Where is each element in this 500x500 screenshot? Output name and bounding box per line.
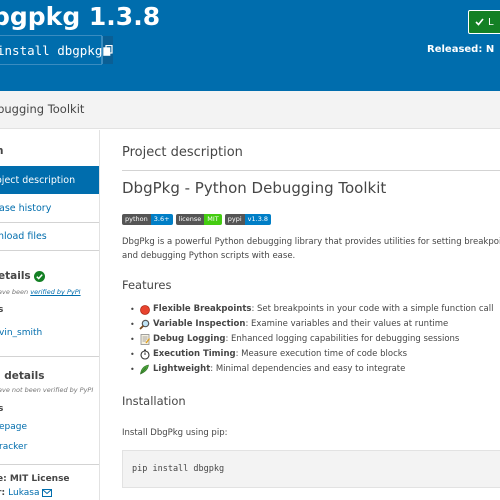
list-item: • Execution Timing: Measure execution ti… <box>130 347 493 362</box>
python-version-badge: python 3.6+ <box>122 214 173 225</box>
description-line: DbgPkg is a powerful Python debugging li… <box>122 237 500 247</box>
divider <box>0 464 99 465</box>
feature-name: Execution Timing <box>153 349 236 359</box>
description-line: and debugging Python scripts with ease. <box>122 251 296 261</box>
project-description-panel: Project description DbgPkg - Python Debu… <box>108 130 500 500</box>
nav-release-history[interactable]: ase history <box>0 194 99 222</box>
installation-heading: Installation <box>122 394 186 408</box>
feature-desc: : Set breakpoints in your code with a si… <box>251 304 494 314</box>
author-link[interactable]: Lukasa <box>8 488 39 498</box>
memo-icon <box>138 334 151 345</box>
feature-desc: : Measure execution time of code blocks <box>235 349 408 359</box>
install-instructions: Install DbgPkg using pip: <box>122 428 228 438</box>
divider <box>122 170 500 171</box>
nav-download-files[interactable]: nload files <box>0 222 99 250</box>
install-code-block: pip install dbgpkg <box>122 450 500 488</box>
verified-by-pypi-link[interactable]: verified by PyPI <box>30 288 80 296</box>
check-icon <box>475 18 484 26</box>
unverified-note: ave not been verified by PyPI <box>0 386 94 394</box>
maintainers-heading: s <box>0 305 4 315</box>
navigation-heading: n <box>0 145 3 157</box>
features-heading: Features <box>122 278 172 292</box>
badge-label: license <box>175 214 205 225</box>
package-summary-bar: ebugging Toolkit <box>0 91 500 129</box>
author-info: r: Lukasa <box>0 488 53 498</box>
badge-label: pypi <box>224 214 245 225</box>
badge-value: v1.3.8 <box>244 214 272 225</box>
magnifier-icon <box>138 319 151 330</box>
copy-icon <box>103 44 113 56</box>
verified-details-title: etails <box>0 270 31 282</box>
badge-value: 3.6+ <box>150 214 173 225</box>
package-header: bgpkg 1.3.8 install dbgpkg L Released: N <box>0 0 500 91</box>
badges-row: python 3.6+ license MIT pypi v1.3.8 <box>122 214 272 225</box>
badge-value: MIT <box>204 214 222 225</box>
feather-icon <box>138 364 151 375</box>
bullet: • <box>130 335 135 344</box>
list-item: • Debug Logging: Enhanced logging capabi… <box>130 332 493 347</box>
project-links-heading: s <box>0 404 4 414</box>
nav-item-label: oject description <box>0 174 76 186</box>
stopwatch-icon <box>138 349 151 360</box>
feature-name: Variable Inspection <box>153 319 246 329</box>
feature-name: Lightweight <box>153 364 211 374</box>
nav-project-description[interactable]: oject description <box>0 166 99 194</box>
package-title: bgpkg 1.3.8 <box>0 2 161 31</box>
list-item: • Flexible Breakpoints: Set breakpoints … <box>130 302 493 317</box>
sidebar: n oject description ase history nload fi… <box>0 130 99 500</box>
pip-command-text: install dbgpkg <box>0 42 103 58</box>
copy-button[interactable] <box>102 36 114 64</box>
section-title: Project description <box>122 145 243 160</box>
package-summary: ebugging Toolkit <box>0 102 85 116</box>
latest-version-label: L <box>488 16 494 28</box>
author-label: r: <box>0 488 6 498</box>
homepage-link[interactable]: epage <box>0 422 27 432</box>
readme-title: DbgPkg - Python Debugging Toolkit <box>122 179 387 197</box>
list-item: • Lightweight: Minimal dependencies and … <box>130 362 493 377</box>
bullet: • <box>130 320 135 329</box>
license-badge: license MIT <box>175 214 222 225</box>
verified-note: ave been verified by PyPI <box>0 288 81 296</box>
feature-desc: : Examine variables and their values at … <box>245 319 449 329</box>
divider <box>0 250 99 251</box>
email-icon <box>42 488 53 497</box>
feature-desc: : Minimal dependencies and easy to integ… <box>210 364 406 374</box>
features-list: • Flexible Breakpoints: Set breakpoints … <box>130 302 493 377</box>
unverified-details-heading: l details <box>0 370 45 382</box>
sidebar-divider <box>99 130 100 500</box>
nav-item-label: ase history <box>0 202 52 214</box>
license-text: e: MIT License <box>0 474 70 484</box>
list-item: • Variable Inspection: Examine variables… <box>130 317 493 332</box>
nav-item-label: nload files <box>0 230 47 242</box>
feature-name: Flexible Breakpoints <box>153 304 252 314</box>
license-info: e: MIT License <box>0 474 70 484</box>
red-circle-icon <box>138 304 151 315</box>
verified-note-prefix: ave been <box>0 288 31 296</box>
feature-desc: : Enhanced logging capabilities for debu… <box>225 334 460 344</box>
bug-tracker-link[interactable]: racker <box>0 442 27 452</box>
verified-check-icon <box>33 270 45 282</box>
badge-label: python <box>122 214 151 225</box>
divider <box>0 356 99 357</box>
maintainer-link[interactable]: vin_smith <box>0 328 42 338</box>
pip-command-box: install dbgpkg <box>0 35 114 65</box>
bullet: • <box>130 350 135 359</box>
readme-description: DbgPkg is a powerful Python debugging li… <box>122 235 500 263</box>
release-date-label: Released: N <box>427 44 495 55</box>
pypi-version-badge: pypi v1.3.8 <box>224 214 272 225</box>
verified-details-heading: etails <box>0 270 45 282</box>
bullet: • <box>130 365 135 374</box>
feature-name: Debug Logging <box>153 334 226 344</box>
bullet: • <box>130 305 135 314</box>
latest-version-button[interactable]: L <box>468 10 500 34</box>
